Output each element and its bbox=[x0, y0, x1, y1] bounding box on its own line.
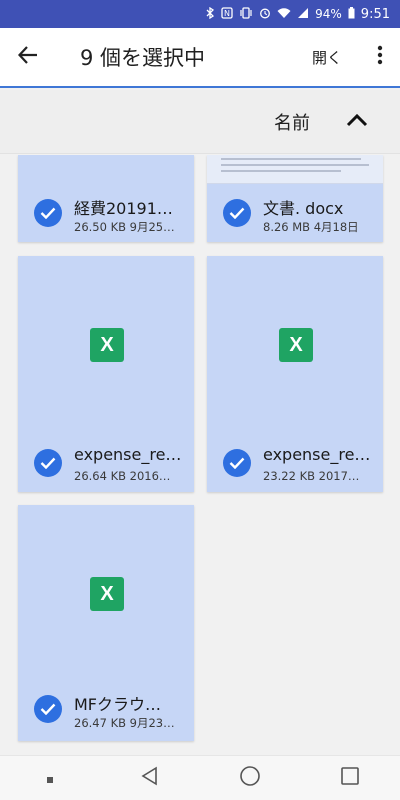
file-meta: 26.50 KB 9月25… bbox=[74, 220, 175, 234]
selected-check-icon[interactable] bbox=[34, 695, 62, 723]
sort-direction-button[interactable] bbox=[340, 105, 374, 139]
selected-check-icon[interactable] bbox=[34, 449, 62, 477]
back-button[interactable] bbox=[0, 27, 56, 87]
nav-overview-button[interactable] bbox=[330, 758, 370, 798]
home-circle-icon bbox=[239, 765, 261, 791]
overview-square-icon bbox=[340, 766, 360, 790]
file-meta: 26.64 KB 2016… bbox=[74, 469, 171, 483]
selection-count-title: 9 個を選択中 bbox=[80, 46, 206, 70]
more-vert-icon bbox=[377, 45, 383, 69]
system-navigation-bar bbox=[0, 755, 400, 800]
file-name: expense_re… bbox=[74, 445, 182, 464]
file-grid: 経費20191… 26.50 KB 9月25… 文書. docx 8.26 MB… bbox=[0, 155, 400, 755]
bluetooth-icon bbox=[205, 6, 215, 21]
file-tile[interactable]: X expense_re… 26.64 KB 2016… bbox=[18, 256, 194, 492]
nav-home-button[interactable] bbox=[230, 758, 270, 798]
vibrate-icon bbox=[239, 7, 253, 21]
chevron-up-icon bbox=[346, 112, 368, 131]
file-tile[interactable]: X MFクラウ… 26.47 KB 9月23… bbox=[18, 505, 194, 741]
battery-percentage: 94% bbox=[315, 7, 342, 21]
sort-by-name-button[interactable]: 名前 bbox=[274, 109, 310, 135]
file-meta: 23.22 KB 2017… bbox=[263, 469, 360, 483]
excel-file-icon: X bbox=[90, 328, 124, 362]
file-tile[interactable]: 経費20191… 26.50 KB 9月25… bbox=[18, 155, 194, 242]
dot-icon bbox=[46, 769, 54, 788]
nfc-icon: N bbox=[221, 7, 233, 21]
file-tile[interactable]: X expense_re… 23.22 KB 2017… bbox=[207, 256, 383, 492]
file-name: MFクラウ… bbox=[74, 695, 162, 714]
back-triangle-icon bbox=[140, 766, 160, 790]
clock: 9:51 bbox=[360, 6, 390, 22]
alarm-icon bbox=[259, 7, 271, 21]
selected-check-icon[interactable] bbox=[223, 449, 251, 477]
excel-file-icon: X bbox=[90, 577, 124, 611]
excel-file-icon: X bbox=[279, 328, 313, 362]
file-name: expense_re… bbox=[263, 445, 371, 464]
svg-text:N: N bbox=[224, 9, 230, 18]
selected-check-icon[interactable] bbox=[223, 199, 251, 227]
file-name: 経費20191… bbox=[74, 199, 173, 218]
selected-check-icon[interactable] bbox=[34, 199, 62, 227]
battery-icon bbox=[348, 7, 355, 21]
arrow-left-icon bbox=[17, 46, 38, 68]
nav-back-button[interactable] bbox=[130, 758, 170, 798]
open-button[interactable]: 開く bbox=[294, 47, 360, 68]
recents-dot-button[interactable] bbox=[30, 758, 70, 798]
more-options-button[interactable] bbox=[360, 27, 400, 87]
sort-bar: 名前 bbox=[0, 90, 400, 154]
file-meta: 8.26 MB 4月18日 bbox=[263, 220, 359, 234]
file-meta: 26.47 KB 9月23… bbox=[74, 716, 175, 730]
file-name: 文書. docx bbox=[263, 199, 344, 218]
file-tile[interactable]: 文書. docx 8.26 MB 4月18日 bbox=[207, 155, 383, 242]
status-bar: N 94% 9:51 bbox=[0, 0, 400, 28]
document-preview-thumbnail bbox=[207, 155, 383, 184]
selection-toolbar: 9 個を選択中 開く bbox=[0, 28, 400, 88]
screen: N 94% 9:51 9 個を選択中 開く 名前 経費20191… 26.50 … bbox=[0, 0, 400, 800]
wifi-icon bbox=[277, 7, 291, 21]
signal-icon bbox=[297, 7, 309, 21]
